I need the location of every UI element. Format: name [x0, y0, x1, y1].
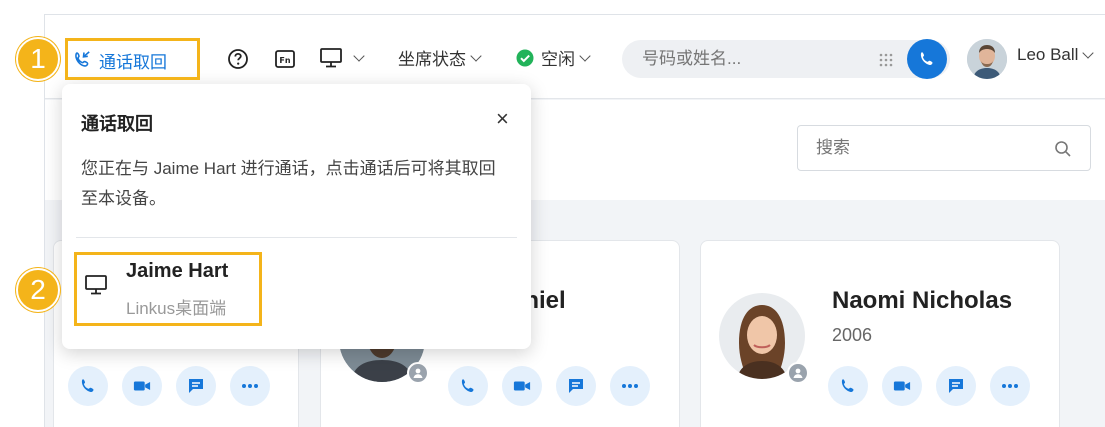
contact-actions	[448, 366, 650, 406]
highlight-frame	[74, 252, 262, 326]
agent-status-dropdown[interactable]: 坐席状态	[398, 45, 482, 70]
svg-text:Fn: Fn	[279, 56, 290, 65]
video-call-button[interactable]	[122, 366, 162, 406]
more-icon	[241, 383, 259, 389]
contact-actions	[828, 366, 1030, 406]
highlight-frame	[65, 38, 200, 80]
help-button[interactable]	[226, 47, 250, 71]
device-selector[interactable]	[319, 47, 365, 69]
presence-label: 空闲	[541, 50, 575, 69]
step-badge: 2	[16, 268, 60, 312]
person-icon	[787, 362, 809, 384]
dial-search-field[interactable]	[622, 40, 950, 78]
search-icon[interactable]	[1054, 140, 1072, 158]
divider	[76, 237, 517, 238]
user-menu[interactable]: Leo Ball	[1017, 45, 1095, 65]
chevron-down-icon	[470, 49, 482, 62]
fn-icon: Fn	[274, 48, 296, 70]
popover-title: 通话取回	[81, 114, 153, 134]
chevron-down-icon	[1082, 47, 1095, 59]
close-icon[interactable]: ×	[496, 108, 509, 130]
user-name: Leo Ball	[1017, 45, 1079, 64]
help-icon	[227, 48, 249, 70]
video-icon	[893, 379, 911, 393]
more-button[interactable]	[990, 366, 1030, 406]
phone-icon	[79, 377, 97, 395]
chevron-down-icon	[579, 49, 591, 62]
user-avatar[interactable]	[967, 39, 1007, 79]
video-call-button[interactable]	[502, 366, 542, 406]
function-key-button[interactable]: Fn	[273, 47, 297, 71]
phone-icon	[918, 50, 936, 68]
step-badge: 1	[16, 37, 60, 81]
chat-button[interactable]	[176, 366, 216, 406]
chat-icon	[567, 377, 585, 395]
call-button[interactable]	[68, 366, 108, 406]
call-button[interactable]	[828, 366, 868, 406]
dial-search-input[interactable]	[642, 49, 862, 69]
agent-status-label: 坐席状态	[398, 50, 466, 69]
call-button[interactable]	[448, 366, 488, 406]
contact-extension: 2006	[832, 325, 873, 345]
contact-search-field[interactable]	[797, 125, 1091, 171]
video-icon	[133, 379, 151, 393]
more-icon	[1001, 383, 1019, 389]
contact-search-input[interactable]	[816, 138, 1046, 158]
more-button[interactable]	[610, 366, 650, 406]
popover-message: 您正在与 Jaime Hart 进行通话，点击通话后可将其取回至本设备。	[81, 159, 496, 208]
chat-button[interactable]	[936, 366, 976, 406]
more-button[interactable]	[230, 366, 270, 406]
phone-icon	[839, 377, 857, 395]
contact-card[interactable]: Naomi Nicholas 2006	[700, 240, 1060, 427]
chat-icon	[187, 377, 205, 395]
check-icon	[515, 48, 535, 68]
chevron-down-icon	[353, 50, 365, 62]
monitor-icon	[319, 47, 343, 69]
person-icon	[407, 362, 429, 384]
more-icon	[621, 383, 639, 389]
dial-call-button[interactable]	[907, 39, 947, 79]
video-call-button[interactable]	[882, 366, 922, 406]
chat-icon	[947, 377, 965, 395]
phone-icon	[459, 377, 477, 395]
contact-name: Naomi Nicholas	[832, 287, 1013, 314]
video-icon	[513, 379, 531, 393]
contact-actions	[68, 366, 270, 406]
presence-dropdown[interactable]: 空闲	[515, 45, 591, 70]
chat-button[interactable]	[556, 366, 596, 406]
dialpad-icon[interactable]	[878, 52, 894, 68]
